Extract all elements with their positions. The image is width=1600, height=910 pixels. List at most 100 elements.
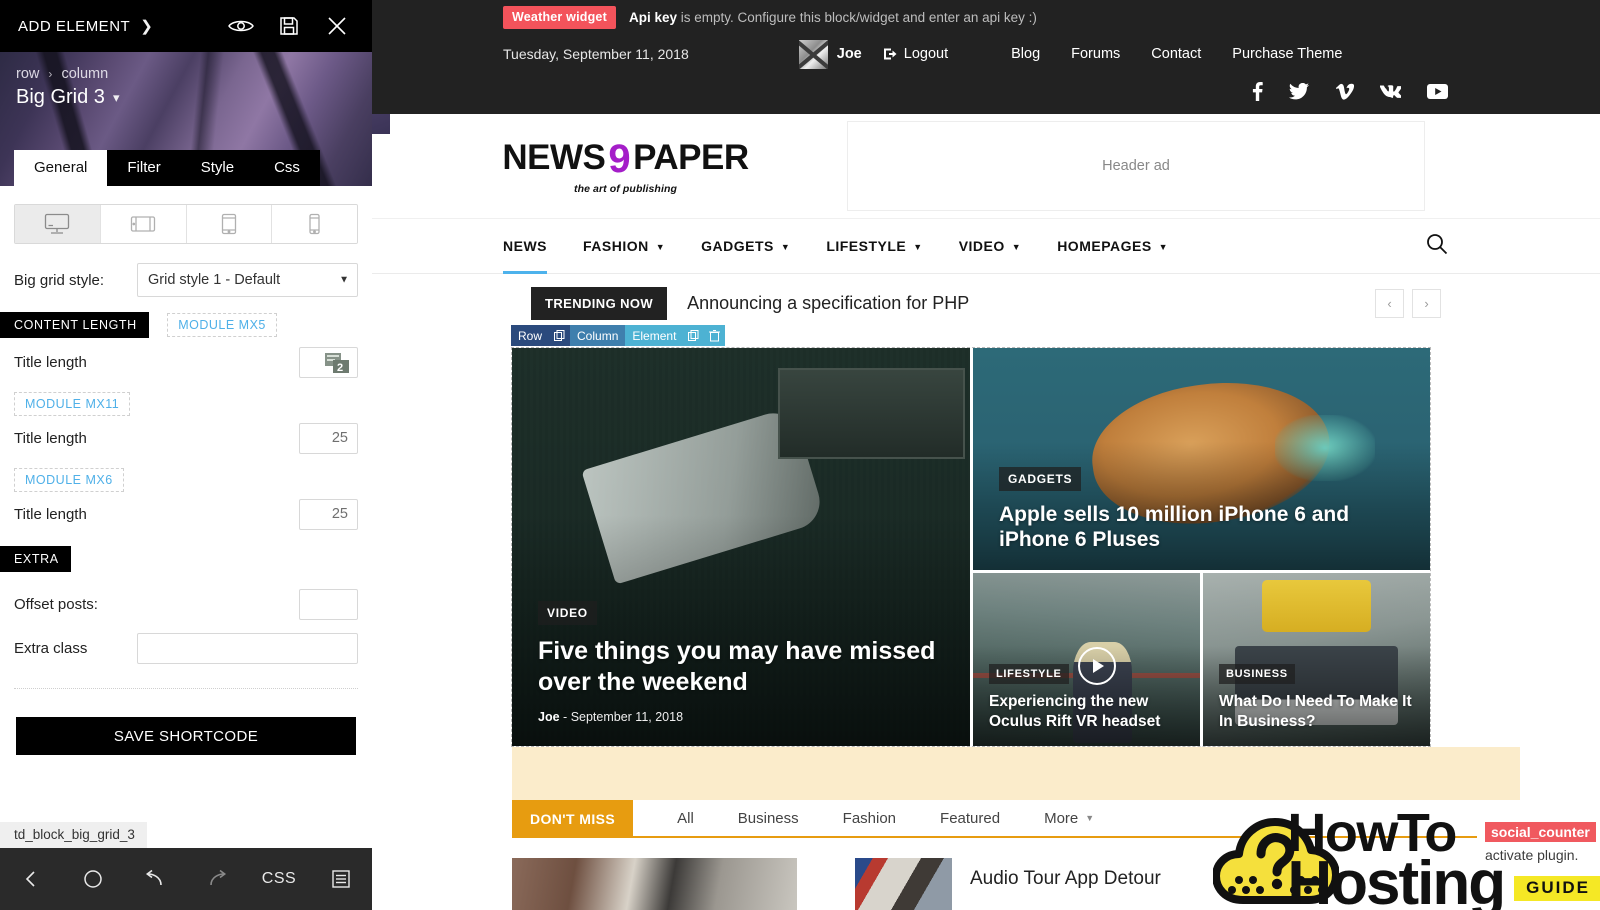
- nav-item-video[interactable]: VIDEO ▼: [959, 218, 1022, 274]
- topbar-link-purchase-theme[interactable]: Purchase Theme: [1232, 46, 1342, 62]
- save-shortcode-button[interactable]: SAVE SHORTCODE: [16, 717, 356, 755]
- street-scene-photo[interactable]: [855, 858, 952, 910]
- title-length-input-mx6[interactable]: [299, 498, 358, 530]
- title-length-label: Title length: [14, 505, 87, 523]
- vk-icon[interactable]: [1380, 84, 1401, 98]
- chevron-down-icon: ▼: [1158, 242, 1169, 252]
- vc-row-clone-icon[interactable]: [549, 325, 571, 346]
- category-badge[interactable]: LIFESTYLE: [989, 664, 1069, 685]
- back-arrow-icon[interactable]: [0, 848, 62, 910]
- search-icon[interactable]: [1426, 233, 1448, 260]
- article-date: September 11, 2018: [570, 710, 684, 724]
- logo-wordmark: NEWS 9 PAPER: [502, 138, 749, 179]
- breadcrumb-child[interactable]: column: [61, 66, 108, 82]
- main-nav: NEWS FASHION ▼ GADGETS ▼ LIFESTYLE ▼ VID…: [372, 218, 1600, 274]
- topbar-link-contact[interactable]: Contact: [1151, 46, 1201, 62]
- tablet-landscape-icon[interactable]: [100, 205, 187, 243]
- css-button[interactable]: CSS: [248, 848, 310, 910]
- trending-next-button[interactable]: ›: [1412, 288, 1441, 318]
- eye-icon[interactable]: [224, 9, 258, 43]
- tab-business[interactable]: Business: [716, 810, 821, 827]
- vc-element-delete-icon[interactable]: [704, 325, 726, 346]
- phone-icon[interactable]: [272, 205, 357, 243]
- title-length-input-mx11[interactable]: [299, 422, 358, 454]
- big-grid-style-select[interactable]: [137, 263, 358, 297]
- title-length-input-mx5[interactable]: [299, 346, 358, 378]
- category-badge[interactable]: GADGETS: [999, 466, 1082, 491]
- tab-more[interactable]: More ▼: [1022, 810, 1116, 827]
- topbar-link-blog[interactable]: Blog: [1011, 46, 1040, 62]
- trending-bar: TRENDING NOW Announcing a specification …: [372, 274, 1600, 332]
- woman-headphones-photo[interactable]: [512, 858, 797, 910]
- tab-css[interactable]: Css: [254, 150, 320, 186]
- floppy-disk-icon[interactable]: [272, 9, 306, 43]
- tab-style[interactable]: Style: [180, 150, 255, 186]
- nav-item-gadgets[interactable]: GADGETS ▼: [701, 218, 790, 274]
- vc-element-clone-icon[interactable]: [683, 325, 705, 346]
- article-title[interactable]: Experiencing the new Oculus Rift VR head…: [989, 692, 1184, 732]
- add-element-button[interactable]: ADD ELEMENT ❯: [18, 17, 153, 36]
- screen-root: ADD ELEMENT ❯ row › column Big Grid 3 ▾ …: [0, 0, 1600, 910]
- chevron-down-icon: ▾: [112, 89, 120, 105]
- big-grid-card-business[interactable]: BUSINESS What Do I Need To Make It In Bu…: [1203, 573, 1430, 746]
- big-grid-card-gadgets[interactable]: GADGETS Apple sells 10 million iPhone 6 …: [973, 348, 1430, 570]
- gadgets-card-meta: GADGETS Apple sells 10 million iPhone 6 …: [973, 466, 1430, 570]
- desktop-icon[interactable]: [15, 205, 101, 243]
- api-key-strong: Api key: [628, 9, 677, 25]
- dont-miss-badge: DON'T MISS: [512, 800, 634, 838]
- topbar-link-forums[interactable]: Forums: [1071, 46, 1120, 62]
- chevron-down-icon: ▼: [1085, 813, 1095, 823]
- vimeo-icon[interactable]: [1335, 83, 1354, 100]
- bottom-article-title[interactable]: Audio Tour App Detour: [970, 858, 1161, 890]
- tab-featured[interactable]: Featured: [918, 810, 1022, 827]
- trending-headline[interactable]: Announcing a specification for PHP: [687, 293, 969, 314]
- category-badge[interactable]: BUSINESS: [1219, 664, 1295, 685]
- twitter-icon[interactable]: [1289, 82, 1309, 100]
- logout-button[interactable]: Logout: [883, 46, 948, 62]
- tablet-portrait-icon[interactable]: [186, 205, 273, 243]
- title-length-label: Title length: [14, 353, 87, 371]
- tab-filter[interactable]: Filter: [107, 150, 181, 186]
- article-author: Joe: [538, 710, 560, 724]
- nav-item-lifestyle[interactable]: LIFESTYLE ▼: [826, 218, 922, 274]
- nav-item-news[interactable]: NEWS: [503, 218, 547, 274]
- vc-row-label[interactable]: Row: [511, 325, 550, 346]
- article-title[interactable]: Apple sells 10 million iPhone 6 and iPho…: [999, 502, 1404, 552]
- user-block[interactable]: Joe: [798, 39, 862, 69]
- close-icon[interactable]: [320, 9, 354, 43]
- logo-right: PAPER: [633, 138, 749, 177]
- title-length-row-mx6: Title length: [0, 492, 372, 536]
- trending-badge: TRENDING NOW: [531, 286, 668, 320]
- offset-posts-input[interactable]: [299, 588, 358, 620]
- circle-record-icon[interactable]: [62, 848, 124, 910]
- nav-item-fashion[interactable]: FASHION ▼: [583, 218, 665, 274]
- big-grid-featured-card[interactable]: VIDEO Five things you may have missed ov…: [512, 348, 970, 746]
- nav-item-homepages[interactable]: HOMEPAGES ▼: [1057, 218, 1168, 274]
- article-title[interactable]: Five things you may have missed over the…: [538, 636, 944, 697]
- social-counter-action: activate plugin.: [1485, 847, 1579, 863]
- vc-element-label[interactable]: Element: [625, 325, 684, 346]
- breadcrumb-parent[interactable]: row: [16, 66, 39, 82]
- hero-text: row › column Big Grid 3 ▾: [0, 52, 372, 109]
- highlighted-drop-zone: [512, 747, 1520, 800]
- site-logo[interactable]: NEWS 9 PAPER the art of publishing: [502, 138, 749, 195]
- article-title[interactable]: What Do I Need To Make It In Business?: [1219, 692, 1414, 732]
- dont-miss-tabs: DON'T MISS All Business Fashion Featured…: [512, 800, 1520, 838]
- tab-all[interactable]: All: [633, 810, 716, 827]
- page-title[interactable]: Big Grid 3 ▾: [16, 86, 356, 109]
- category-badge[interactable]: VIDEO: [538, 601, 597, 625]
- youtube-icon[interactable]: [1427, 83, 1448, 99]
- extra-class-input[interactable]: [137, 632, 358, 664]
- facebook-icon[interactable]: [1252, 81, 1263, 101]
- layers-list-icon[interactable]: [310, 848, 372, 910]
- topbar-links: Blog Forums Contact Purchase Theme: [1011, 46, 1342, 62]
- trending-prev-button[interactable]: ‹: [1375, 288, 1404, 318]
- tab-fashion[interactable]: Fashion: [821, 810, 918, 827]
- vc-column-label[interactable]: Column: [570, 325, 626, 346]
- tab-general[interactable]: General: [14, 150, 108, 186]
- redo-icon[interactable]: [186, 848, 248, 910]
- undo-icon[interactable]: [124, 848, 186, 910]
- big-grid-card-lifestyle[interactable]: LIFESTYLE Experiencing the new Oculus Ri…: [973, 573, 1200, 746]
- site-topbar: Weather widget Api key is empty. Configu…: [372, 0, 1600, 114]
- header-ad-slot[interactable]: Header ad: [847, 121, 1425, 211]
